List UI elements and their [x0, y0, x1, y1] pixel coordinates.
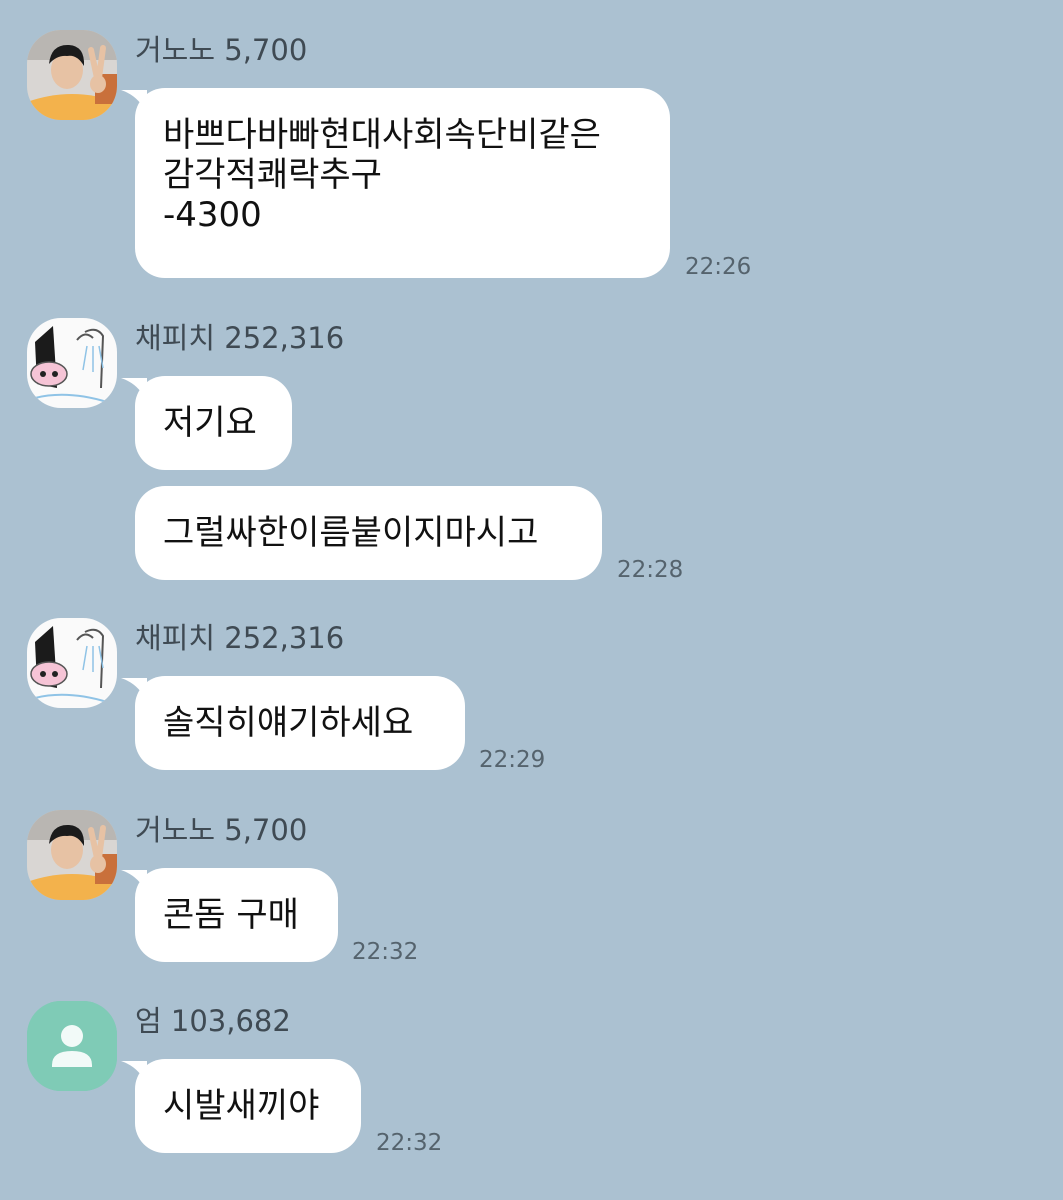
message-bubble[interactable]: 시발새끼야	[135, 1059, 361, 1153]
sender-name: 거노노 5,700	[135, 813, 308, 847]
person-photo-icon	[27, 30, 117, 120]
message-timestamp: 22:29	[479, 747, 546, 773]
sender-name: 엄 103,682	[135, 1004, 291, 1038]
message-text-line: 바쁘다바빠현대사회속단비같은	[163, 115, 601, 155]
message-bubble[interactable]: 솔직히얘기하세요	[135, 676, 465, 770]
message-group: 엄 103,682 시발새끼야 22:32	[0, 1001, 1063, 1161]
message-text-line: 저기요	[163, 403, 257, 443]
message-bubble[interactable]: 콘돔 구매	[135, 868, 338, 962]
message-timestamp: 22:32	[352, 939, 419, 965]
message-timestamp: 22:28	[617, 557, 684, 583]
message-bubble[interactable]: 그럴싸한이름붙이지마시고	[135, 486, 602, 580]
profile-avatar[interactable]	[27, 318, 117, 408]
message-text-line: 콘돔 구매	[163, 895, 299, 935]
message-group: 채피치 252,316 솔직히얘기하세요 22:29	[0, 618, 1063, 778]
sender-name: 거노노 5,700	[135, 33, 308, 67]
message-text-line: 감각적쾌락추구	[163, 155, 382, 195]
sender-name: 채피치 252,316	[135, 621, 345, 655]
message-timestamp: 22:26	[685, 254, 752, 280]
message-text-line: 솔직히얘기하세요	[163, 703, 414, 743]
apeach-sticker-icon	[27, 318, 117, 408]
profile-avatar[interactable]	[27, 618, 117, 708]
profile-avatar[interactable]	[27, 810, 117, 900]
message-group: 거노노 5,700 바쁘다바빠현대사회속단비같은 감각적쾌락추구 -4300 2…	[0, 30, 1063, 290]
sender-name: 채피치 252,316	[135, 321, 345, 355]
message-timestamp: 22:32	[376, 1130, 443, 1156]
default-profile-icon	[27, 1001, 117, 1091]
profile-avatar[interactable]	[27, 30, 117, 120]
apeach-sticker-icon	[27, 618, 117, 708]
message-text-line: 그럴싸한이름붙이지마시고	[163, 513, 539, 553]
message-group: 채피치 252,316 저기요 그럴싸한이름붙이지마시고 22:28	[0, 318, 1063, 588]
profile-avatar[interactable]	[27, 1001, 117, 1091]
message-bubble[interactable]: 저기요	[135, 376, 292, 470]
message-text-line: 시발새끼야	[163, 1086, 320, 1126]
message-group: 거노노 5,700 콘돔 구매 22:32	[0, 810, 1063, 970]
message-text-line: -4300	[163, 195, 262, 235]
person-photo-icon	[27, 810, 117, 900]
message-bubble[interactable]: 바쁘다바빠현대사회속단비같은 감각적쾌락추구 -4300	[135, 88, 670, 278]
